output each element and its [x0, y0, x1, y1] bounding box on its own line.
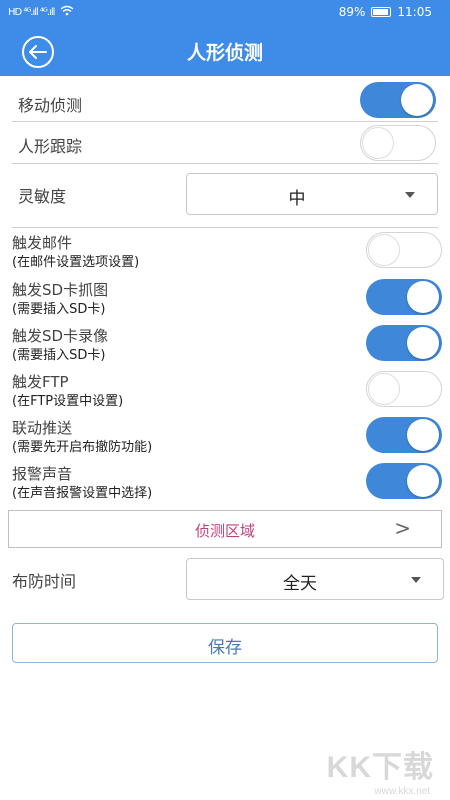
trigger-ftp-toggle[interactable]	[366, 371, 442, 407]
battery-icon	[371, 7, 392, 17]
signal-icon: HD ⁴ᴳ.ıll ⁴ᴳ.ıll	[8, 6, 55, 18]
row-trigger-sd-record: 触发SD卡录像 (需要插入SD卡)	[0, 323, 450, 367]
watermark-url: www.kkx.net	[374, 786, 430, 797]
status-right: 89% 11:05	[339, 5, 432, 19]
divider	[12, 121, 438, 122]
row-motion-detect: 移动侦测	[0, 80, 450, 122]
trigger-email-hint: (在邮件设置选项设置)	[12, 255, 140, 270]
status-left: HD ⁴ᴳ.ıll ⁴ᴳ.ıll	[8, 5, 74, 19]
human-track-toggle[interactable]	[360, 125, 436, 161]
trigger-ftp-label: 触发FTP	[12, 373, 69, 391]
push-label: 联动推送	[12, 419, 73, 437]
push-hint: (需要先开启布撤防功能)	[12, 440, 153, 455]
detection-area-label: 侦测区域	[194, 522, 255, 540]
row-trigger-email: 触发邮件 (在邮件设置选项设置)	[0, 230, 450, 274]
row-trigger-sd-snap: 触发SD卡抓图 (需要插入SD卡)	[0, 277, 450, 321]
divider	[12, 227, 438, 228]
trigger-sd-snap-hint: (需要插入SD卡)	[12, 302, 106, 317]
trigger-sd-snap-label: 触发SD卡抓图	[12, 281, 109, 299]
watermark-logo: KK下载	[326, 751, 434, 784]
save-button[interactable]: 保存	[12, 623, 438, 663]
row-push: 联动推送 (需要先开启布撤防功能)	[0, 415, 450, 459]
trigger-sd-snap-toggle[interactable]	[366, 279, 442, 315]
trigger-ftp-hint: (在FTP设置中设置)	[12, 394, 124, 409]
row-human-track: 人形跟踪	[0, 123, 450, 163]
row-trigger-ftp: 触发FTP (在FTP设置中设置)	[0, 369, 450, 413]
trigger-sd-record-label: 触发SD卡录像	[12, 327, 109, 345]
sensitivity-value: 中	[288, 189, 306, 209]
row-arm-time: 布防时间 全天	[0, 556, 450, 600]
human-track-label: 人形跟踪	[18, 137, 83, 156]
row-alarm-sound: 报警声音 (在声音报警设置中选择)	[0, 461, 450, 505]
toggle-knob	[362, 127, 394, 159]
trigger-email-toggle[interactable]	[366, 232, 442, 268]
clock: 11:05	[397, 5, 432, 19]
alarm-sound-hint: (在声音报警设置中选择)	[12, 486, 153, 501]
arm-time-label: 布防时间	[12, 572, 77, 591]
motion-detect-toggle[interactable]	[360, 82, 436, 118]
toggle-knob	[401, 84, 433, 116]
toggle-knob	[407, 281, 439, 313]
arm-time-select[interactable]: 全天	[186, 558, 444, 600]
detection-area-button[interactable]: 侦测区域 >	[8, 510, 442, 548]
push-toggle[interactable]	[366, 417, 442, 453]
arm-time-value: 全天	[283, 574, 317, 594]
caret-down-icon	[411, 577, 421, 583]
sensitivity-select[interactable]: 中	[186, 173, 438, 215]
caret-down-icon	[405, 192, 415, 198]
toggle-knob	[407, 419, 439, 451]
trigger-email-label: 触发邮件	[12, 234, 73, 252]
toggle-knob	[368, 373, 400, 405]
chevron-right-icon: >	[394, 516, 411, 540]
row-sensitivity: 灵敏度 中	[0, 165, 450, 225]
save-label: 保存	[208, 638, 242, 658]
sensitivity-label: 灵敏度	[18, 187, 67, 206]
page-title: 人形侦测	[186, 42, 263, 64]
wifi-icon	[60, 5, 74, 19]
status-bar: HD ⁴ᴳ.ıll ⁴ᴳ.ıll 89% 11:05	[0, 0, 450, 26]
toggle-knob	[368, 234, 400, 266]
motion-detect-label: 移动侦测	[18, 96, 83, 115]
toggle-knob	[407, 465, 439, 497]
alarm-sound-toggle[interactable]	[366, 463, 442, 499]
trigger-sd-record-hint: (需要插入SD卡)	[12, 348, 106, 363]
divider	[12, 163, 438, 164]
alarm-sound-label: 报警声音	[12, 465, 73, 483]
trigger-sd-record-toggle[interactable]	[366, 325, 442, 361]
toggle-knob	[407, 327, 439, 359]
battery-percent: 89%	[338, 5, 366, 19]
app-header: 人形侦测	[0, 26, 450, 76]
